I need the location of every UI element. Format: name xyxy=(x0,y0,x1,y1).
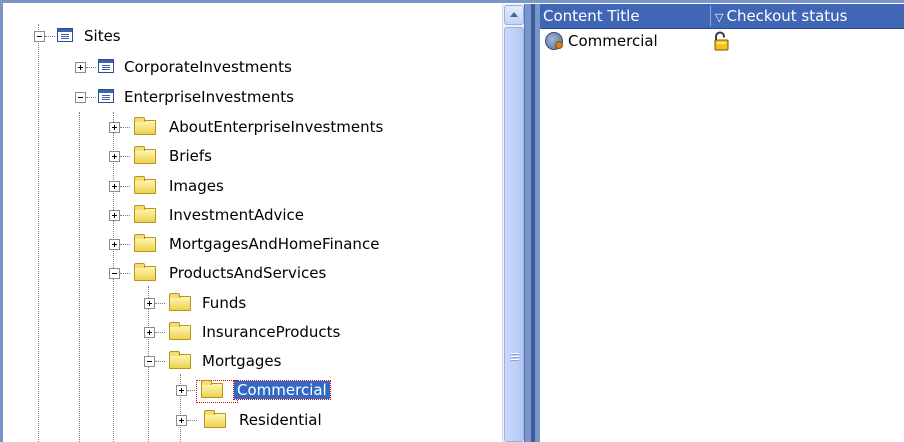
content-title[interactable]: Commercial xyxy=(568,32,658,50)
collapse-toggle-icon[interactable] xyxy=(109,268,120,279)
content-list[interactable]: Content Title ▽ Checkout status Commercia… xyxy=(540,4,904,442)
tree-node-label[interactable]: AboutEnterpriseInvestments xyxy=(169,118,383,136)
collapse-toggle-icon[interactable] xyxy=(144,356,155,367)
folder-icon xyxy=(169,293,191,311)
tree-node-label[interactable]: Mortgages xyxy=(202,352,281,370)
site-icon xyxy=(57,28,73,42)
folder-icon xyxy=(134,263,156,281)
tree-branch xyxy=(86,67,96,68)
expand-toggle-icon[interactable] xyxy=(109,151,120,162)
tree-node-label[interactable]: EnterpriseInvestments xyxy=(124,88,294,106)
tree-node-mortgages[interactable]: Mortgages xyxy=(4,346,502,375)
folder-icon xyxy=(134,146,156,164)
tree-node-label[interactable]: InsuranceProducts xyxy=(202,323,340,341)
tree-node-images[interactable]: Images xyxy=(4,171,502,200)
expand-toggle-icon[interactable] xyxy=(109,181,120,192)
column-header-label: Content Title xyxy=(543,7,640,25)
tree-branch xyxy=(120,127,130,128)
folder-icon xyxy=(134,117,156,135)
expand-toggle-icon[interactable] xyxy=(109,210,120,221)
tree-node-corporateinvestments[interactable]: CorporateInvestments xyxy=(4,52,502,81)
window-left-border xyxy=(0,0,3,442)
tree-node-aboutenterpriseinvestments[interactable]: AboutEnterpriseInvestments xyxy=(4,112,502,141)
column-separator[interactable] xyxy=(710,6,711,26)
folder-icon xyxy=(204,410,226,428)
site-tree[interactable]: Sites CorporateInvestments EnterpriseInv… xyxy=(4,4,502,442)
tree-node-insuranceproducts[interactable]: InsuranceProducts xyxy=(4,317,502,346)
tree-node-label[interactable]: Briefs xyxy=(169,147,212,165)
tree-branch xyxy=(155,332,165,333)
tree-branch xyxy=(155,361,165,362)
tree-branch xyxy=(155,303,165,304)
expand-toggle-icon[interactable] xyxy=(176,385,187,396)
collapse-toggle-icon[interactable] xyxy=(34,31,45,42)
scroll-grip-icon xyxy=(511,353,519,362)
list-header: Content Title ▽ Checkout status xyxy=(540,4,904,29)
unlocked-padlock-icon xyxy=(714,31,729,51)
expand-toggle-icon[interactable] xyxy=(109,239,120,250)
scroll-thumb[interactable] xyxy=(504,27,524,442)
tree-node-residential[interactable]: Residential xyxy=(4,405,502,434)
tree-node-mortgagesandhomefinance[interactable]: MortgagesAndHomeFinance xyxy=(4,229,502,258)
expand-toggle-icon[interactable] xyxy=(109,122,120,133)
tree-node-label[interactable]: MortgagesAndHomeFinance xyxy=(169,235,379,253)
collapse-toggle-icon[interactable] xyxy=(75,92,86,103)
folder-icon xyxy=(134,205,156,223)
column-header-checkout-status[interactable]: ▽ Checkout status xyxy=(712,4,904,28)
tree-node-productsandservices[interactable]: ProductsAndServices xyxy=(4,258,502,287)
folder-icon xyxy=(134,234,156,252)
list-item[interactable]: Commercial xyxy=(540,29,904,55)
tree-node-label[interactable]: Funds xyxy=(202,294,246,312)
folder-icon xyxy=(201,380,223,398)
tree-branch xyxy=(120,186,130,187)
expand-toggle-icon[interactable] xyxy=(176,415,187,426)
tree-branch xyxy=(120,156,130,157)
tree-node-enterpriseinvestments[interactable]: EnterpriseInvestments xyxy=(4,82,502,111)
tree-branch xyxy=(187,420,197,421)
tree-branch xyxy=(86,97,96,98)
tree-branch xyxy=(120,215,130,216)
expand-toggle-icon[interactable] xyxy=(75,62,86,73)
pane-splitter[interactable] xyxy=(524,4,541,442)
tree-branch xyxy=(120,244,130,245)
folder-icon xyxy=(169,322,191,340)
sort-descending-icon: ▽ xyxy=(715,11,724,24)
tree-node-commercial[interactable]: Commercial xyxy=(4,375,502,404)
tree-branch xyxy=(45,36,55,37)
folder-icon xyxy=(134,176,156,194)
tree-branch xyxy=(120,273,130,274)
tree-node-sites[interactable]: Sites xyxy=(4,21,502,50)
column-header-label: Checkout status xyxy=(726,7,848,25)
site-icon xyxy=(98,89,114,103)
content-item-icon xyxy=(545,32,563,50)
tree-node-label[interactable]: Images xyxy=(169,177,224,195)
tree-node-label[interactable]: Residential xyxy=(239,411,322,429)
expand-toggle-icon[interactable] xyxy=(144,298,155,309)
folder-icon xyxy=(169,351,191,369)
tree-node-label[interactable]: ProductsAndServices xyxy=(169,264,326,282)
tree-vertical-scrollbar[interactable] xyxy=(502,4,525,442)
tree-node-briefs[interactable]: Briefs xyxy=(4,141,502,170)
scroll-up-arrow-icon[interactable] xyxy=(504,5,524,25)
tree-node-label[interactable]: CorporateInvestments xyxy=(124,58,292,76)
tree-node-investmentadvice[interactable]: InvestmentAdvice xyxy=(4,200,502,229)
tree-node-label[interactable]: InvestmentAdvice xyxy=(169,206,304,224)
column-header-content-title[interactable]: Content Title xyxy=(540,4,710,28)
tree-node-label[interactable]: Sites xyxy=(84,27,121,45)
window-top-border xyxy=(0,0,904,3)
expand-toggle-icon[interactable] xyxy=(144,327,155,338)
site-icon xyxy=(98,59,114,73)
tree-node-label-selected[interactable]: Commercial xyxy=(233,380,331,400)
tree-node-funds[interactable]: Funds xyxy=(4,288,502,317)
